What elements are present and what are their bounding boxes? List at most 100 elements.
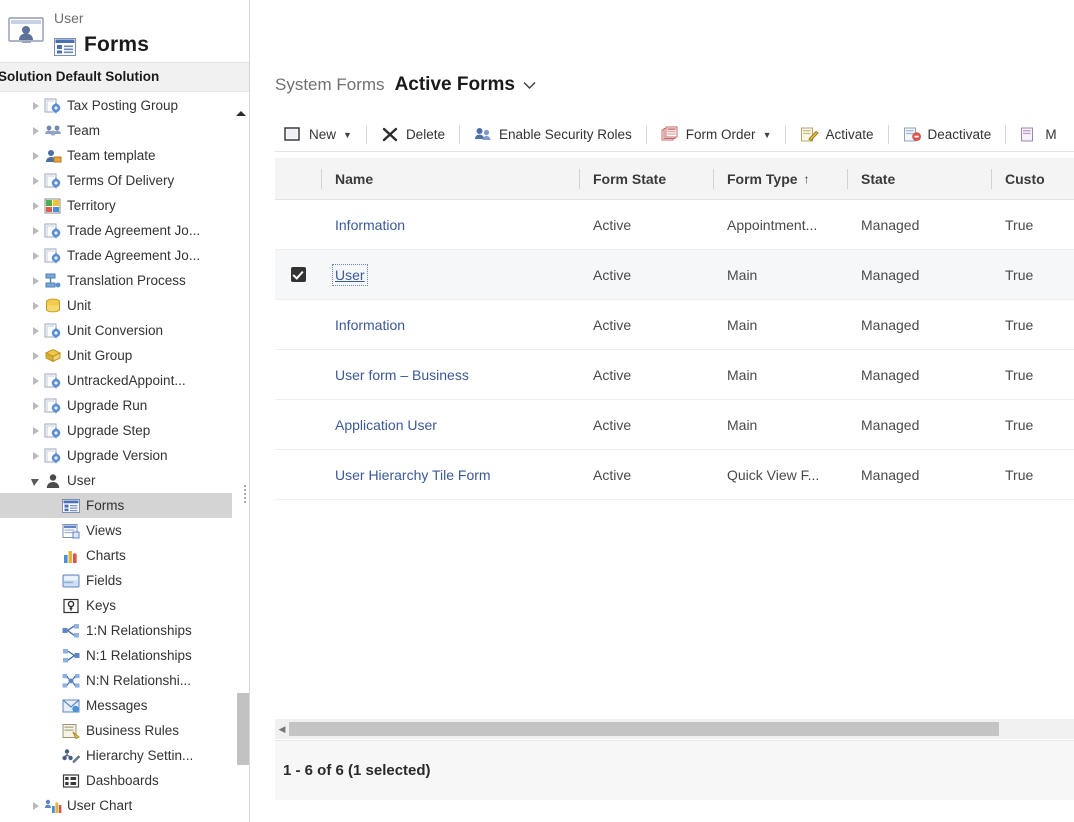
row-checkbox[interactable] bbox=[275, 200, 321, 250]
expand-triangle-icon[interactable] bbox=[30, 300, 42, 312]
tree-item-keys[interactable]: Keys bbox=[0, 593, 232, 618]
table-row[interactable]: InformationActiveMainManagedTrue bbox=[275, 300, 1074, 350]
expand-triangle-icon[interactable] bbox=[30, 200, 42, 212]
toolbar-button-activate[interactable]: Activate bbox=[791, 121, 882, 149]
cell-customizable: True bbox=[991, 400, 1074, 450]
table-row[interactable]: Application UserActiveMainManagedTrue bbox=[275, 400, 1074, 450]
tree-item-team-template[interactable]: Team template bbox=[0, 143, 232, 168]
row-checkbox[interactable] bbox=[275, 300, 321, 350]
tree-item-charts[interactable]: Charts bbox=[0, 543, 232, 568]
row-checkbox[interactable] bbox=[275, 250, 321, 300]
tree-item-user-chart[interactable]: User Chart bbox=[0, 793, 232, 818]
tree-item-unit-conversion[interactable]: Unit Conversion bbox=[0, 318, 232, 343]
cell-name: Application User bbox=[321, 400, 579, 450]
active-view-selector[interactable]: Active Forms bbox=[395, 74, 515, 96]
column-header-state[interactable]: State bbox=[847, 158, 991, 200]
row-checkbox[interactable] bbox=[275, 350, 321, 400]
expand-triangle-icon[interactable] bbox=[30, 800, 42, 812]
table-row[interactable]: User Hierarchy Tile FormActiveQuick View… bbox=[275, 450, 1074, 500]
tree-item-tax-posting-group[interactable]: Tax Posting Group bbox=[0, 93, 232, 118]
form-name-link[interactable]: User form – Business bbox=[335, 367, 469, 383]
column-header-label: Custo bbox=[1005, 171, 1045, 187]
form-name-link[interactable]: Application User bbox=[335, 417, 437, 433]
toolbar-button-label: Deactivate bbox=[928, 127, 992, 142]
tree-item-upgrade-version[interactable]: Upgrade Version bbox=[0, 443, 232, 468]
tree-item-unit-group[interactable]: Unit Group bbox=[0, 343, 232, 368]
tree-item-trade-agreement-jo[interactable]: Trade Agreement Jo... bbox=[0, 243, 232, 268]
cell-form-type: Main bbox=[713, 350, 847, 400]
column-header-form-type[interactable]: Form Type↑ bbox=[713, 158, 847, 200]
toolbar-button-form-order[interactable]: Form Order▼ bbox=[652, 121, 781, 149]
table-row[interactable]: UserActiveMainManagedTrue bbox=[275, 250, 1074, 300]
toolbar-separator bbox=[646, 125, 647, 144]
tree-item-trade-agreement-jo[interactable]: Trade Agreement Jo... bbox=[0, 218, 232, 243]
table-row[interactable]: User form – BusinessActiveMainManagedTru… bbox=[275, 350, 1074, 400]
pane-splitter-handle[interactable] bbox=[244, 483, 248, 511]
expand-triangle-icon[interactable] bbox=[30, 125, 42, 137]
scroll-left-arrow-icon[interactable]: ◀ bbox=[275, 719, 289, 739]
tree-item-fields[interactable]: Fields bbox=[0, 568, 232, 593]
form-name-link[interactable]: Information bbox=[335, 317, 405, 333]
tree-item-label: Upgrade Step bbox=[67, 423, 150, 438]
row-checkbox[interactable] bbox=[275, 450, 321, 500]
scroll-up-arrow-icon[interactable] bbox=[234, 107, 248, 121]
tree-item-views[interactable]: Views bbox=[0, 518, 232, 543]
column-header-custo[interactable]: Custo bbox=[991, 158, 1074, 200]
grid-horizontal-scrollbar[interactable]: ◀ bbox=[275, 719, 1074, 739]
form-name-link[interactable]: Information bbox=[335, 217, 405, 233]
expand-triangle-icon[interactable] bbox=[30, 250, 42, 262]
tree-item-1-n-relationships[interactable]: 1:N Relationships bbox=[0, 618, 232, 643]
expand-triangle-icon[interactable] bbox=[30, 225, 42, 237]
table-row[interactable]: InformationActiveAppointment...ManagedTr… bbox=[275, 200, 1074, 250]
row-checkbox[interactable] bbox=[275, 400, 321, 450]
column-header-form-state[interactable]: Form State bbox=[579, 158, 713, 200]
expand-triangle-icon[interactable] bbox=[30, 350, 42, 362]
tree-item-translation-process[interactable]: Translation Process bbox=[0, 268, 232, 293]
collapse-triangle-icon[interactable] bbox=[30, 475, 42, 487]
hscroll-track[interactable] bbox=[289, 722, 1074, 736]
tree-item-untrackedappoint[interactable]: UntrackedAppoint... bbox=[0, 368, 232, 393]
form-name-link[interactable]: User bbox=[335, 267, 365, 283]
toolbar-button-enable-security-roles[interactable]: Enable Security Roles bbox=[465, 121, 641, 149]
hscroll-thumb[interactable] bbox=[289, 722, 999, 736]
expand-triangle-icon[interactable] bbox=[30, 375, 42, 387]
caret-down-icon[interactable]: ▼ bbox=[763, 130, 772, 140]
tree-item-upgrade-step[interactable]: Upgrade Step bbox=[0, 418, 232, 443]
tree-scrollbar-thumb[interactable] bbox=[237, 693, 249, 765]
column-header-name[interactable]: Name bbox=[321, 158, 579, 200]
expand-triangle-icon[interactable] bbox=[30, 450, 42, 462]
tree-item-territory[interactable]: Territory bbox=[0, 193, 232, 218]
chevron-down-icon[interactable] bbox=[523, 77, 536, 94]
expand-triangle-icon[interactable] bbox=[30, 425, 42, 437]
tree-item-hierarchy-settin[interactable]: Hierarchy Settin... bbox=[0, 743, 232, 768]
tree-item-n-1-relationships[interactable]: N:1 Relationships bbox=[0, 643, 232, 668]
checkbox-checked-icon[interactable] bbox=[291, 267, 306, 282]
toolbar-button-deactivate[interactable]: Deactivate bbox=[894, 121, 1001, 149]
form-name-link[interactable]: User Hierarchy Tile Form bbox=[335, 467, 491, 483]
toolbar-separator bbox=[785, 125, 786, 144]
expand-triangle-icon[interactable] bbox=[30, 400, 42, 412]
tree-item-team[interactable]: Team bbox=[0, 118, 232, 143]
toolbar-button-new[interactable]: New▼ bbox=[275, 121, 361, 149]
toolbar-button-delete[interactable]: Delete bbox=[372, 121, 454, 149]
tree-item-n-n-relationshi[interactable]: N:N Relationshi... bbox=[0, 668, 232, 693]
toolbar-button-m[interactable]: M bbox=[1011, 121, 1065, 149]
tree-item-forms[interactable]: Forms bbox=[0, 493, 232, 518]
expand-triangle-icon[interactable] bbox=[30, 325, 42, 337]
tree-item-messages[interactable]: Messages bbox=[0, 693, 232, 718]
select-all-header[interactable] bbox=[275, 158, 321, 200]
expand-triangle-icon[interactable] bbox=[30, 100, 42, 112]
tree-item-dashboards[interactable]: Dashboards bbox=[0, 768, 232, 793]
expand-triangle-icon[interactable] bbox=[30, 175, 42, 187]
tree-item-upgrade-run[interactable]: Upgrade Run bbox=[0, 393, 232, 418]
expand-triangle-icon[interactable] bbox=[30, 275, 42, 287]
caret-down-icon[interactable]: ▼ bbox=[343, 130, 352, 140]
cell-form-type: Main bbox=[713, 300, 847, 350]
tree-item-business-rules[interactable]: Business Rules bbox=[0, 718, 232, 743]
tree-vertical-scrollbar[interactable] bbox=[236, 93, 250, 822]
entity-icon bbox=[44, 248, 62, 264]
tree-item-user[interactable]: User bbox=[0, 468, 232, 493]
tree-item-terms-of-delivery[interactable]: Terms Of Delivery bbox=[0, 168, 232, 193]
tree-item-unit[interactable]: Unit bbox=[0, 293, 232, 318]
expand-triangle-icon[interactable] bbox=[30, 150, 42, 162]
